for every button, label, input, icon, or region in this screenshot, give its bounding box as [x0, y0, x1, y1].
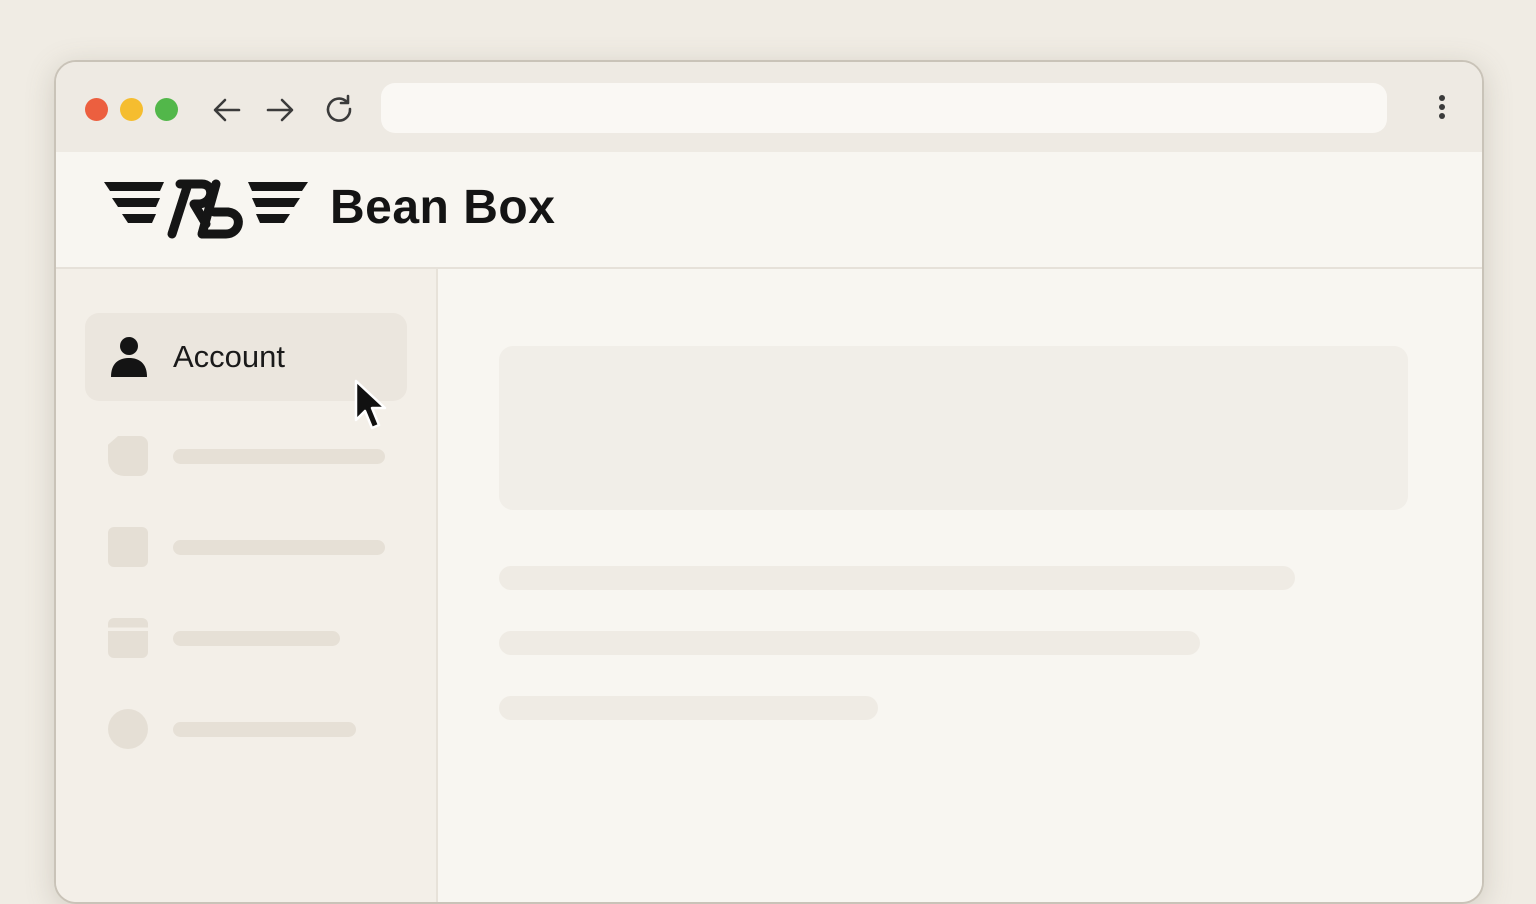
sidebar-item-placeholder[interactable]: [108, 436, 408, 476]
sidebar: Account: [56, 269, 438, 902]
browser-window: Bean Box Account: [54, 60, 1484, 904]
minimize-window-button[interactable]: [120, 98, 143, 121]
sidebar-item-placeholder[interactable]: [108, 618, 408, 658]
circle-placeholder-icon: [108, 709, 148, 749]
maximize-window-button[interactable]: [155, 98, 178, 121]
back-arrow-icon: [213, 98, 241, 122]
close-window-button[interactable]: [85, 98, 108, 121]
browser-toolbar: [56, 62, 1482, 152]
sidebar-item-placeholder[interactable]: [108, 709, 408, 749]
label-placeholder: [173, 540, 385, 555]
sidebar-item-label: Account: [173, 339, 286, 374]
text-line-placeholder: [499, 696, 878, 720]
document-placeholder-icon: [108, 436, 148, 476]
forward-button[interactable]: [262, 92, 298, 128]
reload-icon: [326, 94, 352, 122]
text-line-placeholder: [499, 631, 1200, 655]
reload-button[interactable]: [321, 92, 357, 128]
back-button[interactable]: [209, 92, 245, 128]
address-bar[interactable]: [381, 83, 1387, 133]
label-placeholder: [173, 722, 356, 737]
winged-monogram-logo[interactable]: [102, 172, 310, 246]
content-block-placeholder: [499, 346, 1408, 510]
forward-arrow-icon: [266, 98, 294, 122]
more-vertical-icon[interactable]: [1430, 92, 1454, 126]
box-placeholder-icon: [108, 618, 148, 658]
label-placeholder: [173, 631, 340, 646]
label-placeholder: [173, 449, 385, 464]
user-icon: [111, 337, 147, 377]
sidebar-item-placeholder[interactable]: [108, 527, 408, 567]
text-line-placeholder: [499, 566, 1295, 590]
square-placeholder-icon: [108, 527, 148, 567]
mouse-cursor-icon: [354, 379, 387, 430]
brand-name: Bean Box: [330, 181, 556, 234]
site-header: Bean Box: [56, 152, 1482, 269]
main-content: [438, 269, 1482, 902]
